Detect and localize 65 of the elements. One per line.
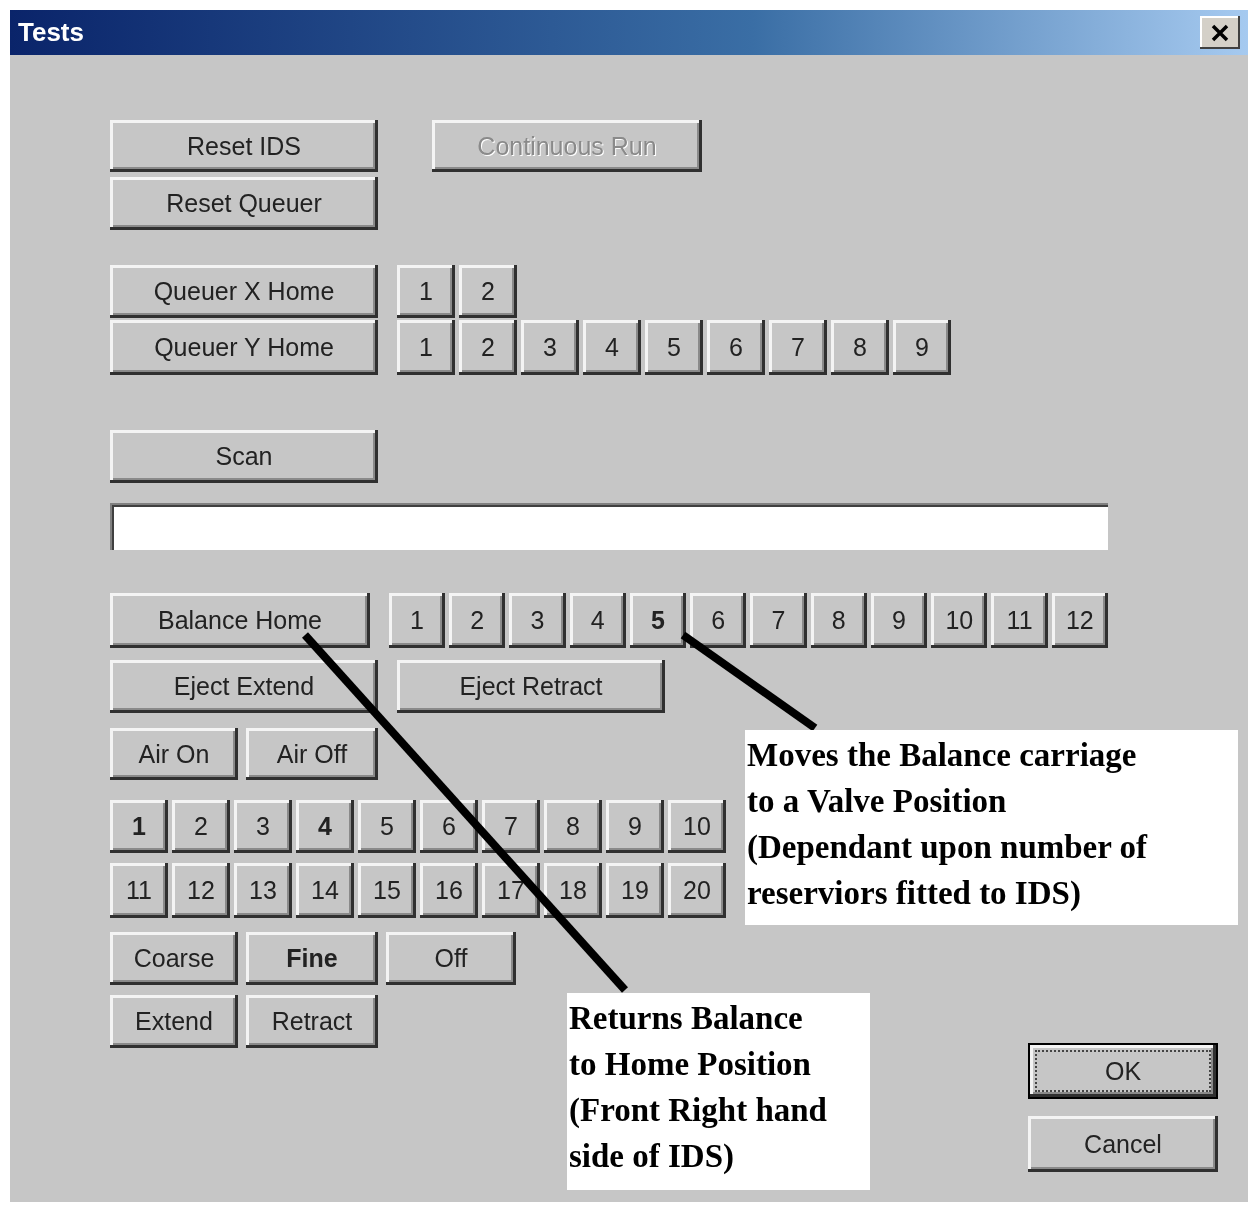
close-icon — [1210, 23, 1230, 42]
motion-button[interactable]: Extend — [110, 995, 238, 1048]
position-button[interactable]: 1 — [110, 800, 168, 853]
position-button[interactable]: 8 — [810, 593, 867, 648]
window-title: Tests — [18, 17, 84, 48]
close-button[interactable] — [1200, 16, 1240, 49]
air-button[interactable]: Air Off — [246, 728, 378, 780]
scan-result-field[interactable] — [110, 503, 1108, 550]
motion-button[interactable]: Retract — [246, 995, 378, 1048]
position-button[interactable]: 3 — [521, 320, 579, 375]
ok-button[interactable]: OK — [1028, 1043, 1218, 1099]
position-button[interactable]: 9 — [893, 320, 951, 375]
position-button[interactable]: 4 — [296, 800, 354, 853]
position-button[interactable]: 2 — [459, 265, 517, 318]
position-button[interactable]: 20 — [668, 863, 726, 918]
position-button[interactable]: 8 — [831, 320, 889, 375]
position-button[interactable]: 3 — [234, 800, 292, 853]
position-button[interactable]: 1 — [397, 320, 455, 375]
position-button[interactable]: 5 — [645, 320, 703, 375]
mode-button[interactable]: Coarse — [110, 932, 238, 985]
callout-text: Moves the Balance carriage to a Valve Position (Dependant upon number of reserviors fitted to IDS) — [745, 730, 1238, 925]
position-button[interactable]: 6 — [707, 320, 765, 375]
cancel-button[interactable]: Cancel — [1028, 1116, 1218, 1172]
position-button[interactable]: 9 — [870, 593, 928, 648]
callout-text: Returns Balance to Home Position (Front Right hand side of IDS) — [567, 993, 870, 1190]
position-button[interactable]: 9 — [606, 800, 664, 853]
position-button[interactable]: 10 — [931, 593, 988, 648]
position-button[interactable]: 3 — [509, 593, 566, 648]
reset-ids-button[interactable]: Reset IDS — [110, 120, 378, 172]
queuer-y-home-button[interactable]: Queuer Y Home — [110, 320, 378, 375]
position-button[interactable]: 12 — [172, 863, 230, 918]
position-button[interactable]: 16 — [420, 863, 478, 918]
scan-button[interactable]: Scan — [110, 430, 378, 483]
position-button[interactable]: 2 — [172, 800, 230, 853]
position-button[interactable]: 2 — [459, 320, 517, 375]
position-button[interactable]: 18 — [544, 863, 602, 918]
position-button[interactable]: 1 — [388, 593, 446, 648]
reset-queuer-button[interactable]: Reset Queuer — [110, 177, 378, 230]
position-button[interactable]: 4 — [569, 593, 626, 648]
position-button[interactable]: 10 — [668, 800, 726, 853]
balance-home-button[interactable]: Balance Home — [110, 593, 370, 648]
eject-button[interactable]: Eject Retract — [397, 660, 665, 713]
position-button[interactable]: 12 — [1051, 593, 1108, 648]
position-button[interactable]: 4 — [583, 320, 641, 375]
eject-button[interactable]: Eject Extend — [110, 660, 378, 713]
position-button[interactable]: 6 — [420, 800, 478, 853]
position-button[interactable]: 7 — [750, 593, 807, 648]
position-button[interactable]: 8 — [544, 800, 602, 853]
mode-button[interactable]: Off — [386, 932, 516, 985]
position-button[interactable]: 7 — [769, 320, 827, 375]
position-button[interactable]: 5 — [629, 593, 687, 648]
position-button[interactable]: 5 — [358, 800, 416, 853]
position-button[interactable]: 19 — [606, 863, 664, 918]
position-button[interactable]: 15 — [358, 863, 416, 918]
position-button[interactable]: 11 — [991, 593, 1048, 648]
position-button[interactable]: 13 — [234, 863, 292, 918]
position-button[interactable]: 11 — [110, 863, 168, 918]
air-button[interactable]: Air On — [110, 728, 238, 780]
mode-button[interactable]: Fine — [246, 932, 378, 985]
position-button[interactable]: 7 — [482, 800, 540, 853]
position-button[interactable]: 2 — [449, 593, 506, 648]
position-button[interactable]: 6 — [690, 593, 747, 648]
queuer-x-home-button[interactable]: Queuer X Home — [110, 265, 378, 318]
position-button[interactable]: 1 — [397, 265, 455, 318]
position-button[interactable]: 14 — [296, 863, 354, 918]
